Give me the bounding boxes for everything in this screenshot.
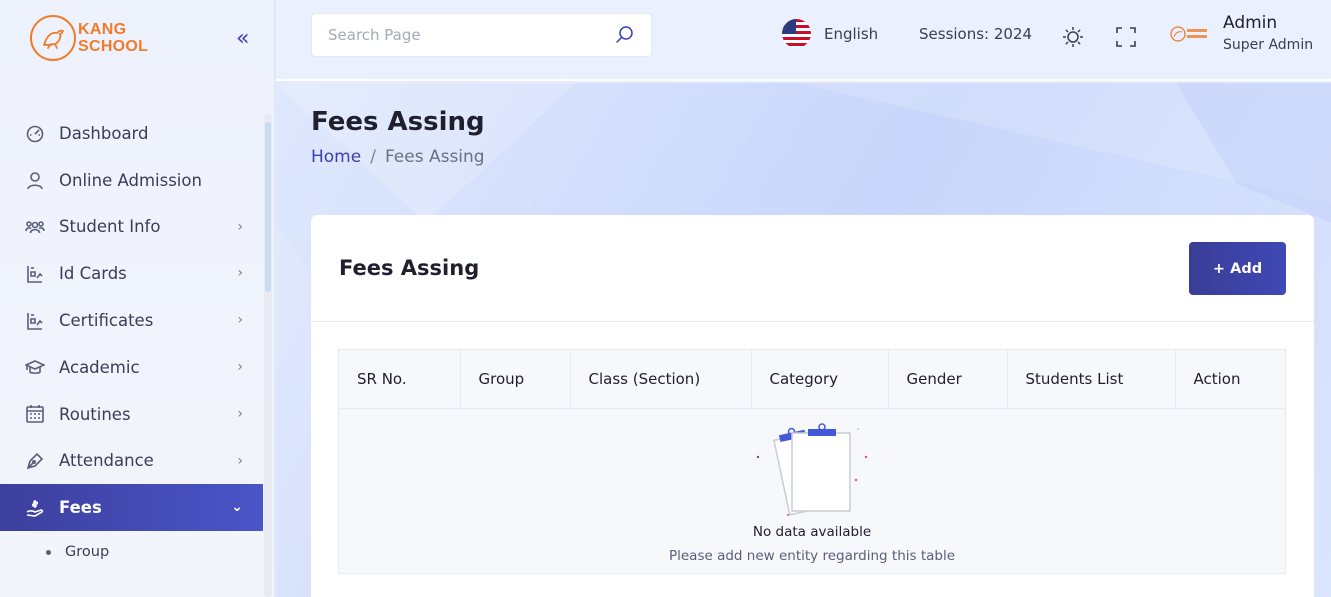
breadcrumb-home-link[interactable]: Home [311,147,361,167]
sidebar-item-label: Id Cards [59,264,127,284]
sidebar-item-label: Routines [59,404,131,424]
sidebar-item-label: Student Info [59,217,161,237]
user-name: Admin [1223,13,1278,33]
sidebar-item-fees[interactable]: Fees ⌄ [0,484,263,532]
sidebar: KANG SCHOOL « Dashboard Online Admission… [0,0,275,597]
chevron-down-icon: ⌄ [231,499,243,516]
chevron-right-icon: › [237,452,243,469]
search-input[interactable] [312,14,602,56]
brand-name: KANG SCHOOL [78,21,148,55]
sidebar-item-attendance[interactable]: Attendance › [0,438,263,485]
sidebar-scrollbar[interactable] [264,114,272,597]
column-header-gender[interactable]: Gender [888,350,1008,409]
students-icon [24,216,46,238]
bullet-icon [46,549,51,555]
sidebar-item-label: Attendance [59,451,154,471]
empty-state-subtitle: Please add new entity regarding this tab… [668,548,956,564]
graduation-cap-icon [24,356,46,378]
sidebar-nav: Dashboard Online Admission Student Info … [0,110,263,573]
column-header-sr-no[interactable]: SR No. [339,350,461,409]
sun-icon[interactable] [1061,25,1085,49]
sidebar-item-label: Online Admission [59,170,202,190]
column-header-group[interactable]: Group [460,350,571,409]
breadcrumb-separator: / [370,147,376,167]
add-button[interactable]: + Add [1189,242,1286,295]
search-box [311,13,652,57]
sidebar-item-academic[interactable]: Academic › [0,344,263,391]
fees-assign-table: SR No. Group Class (Section) Category Ge… [338,349,1286,574]
chevron-right-icon: › [237,405,243,422]
sidebar-subitem-label: Group [65,544,110,561]
chevron-right-icon: › [237,358,243,375]
calendar-icon [24,403,46,425]
sidebar-item-label: Academic [59,357,140,377]
fullscreen-icon[interactable] [1114,25,1138,49]
brand-logo[interactable]: KANG SCHOOL [30,14,148,62]
language-label: English [824,24,879,43]
user-role: Super Admin [1223,37,1314,53]
sidebar-item-label: Certificates [59,311,154,331]
sidebar-item-online-admission[interactable]: Online Admission [0,157,263,204]
kangaroo-logo-icon [30,15,76,61]
breadcrumb-current: Fees Assing [384,147,485,167]
language-selector[interactable]: English [782,19,878,48]
chevron-right-icon: › [237,218,243,235]
fees-assign-card: Fees Assing + Add SR No. Group Class (Se… [311,215,1314,597]
sidebar-item-certificates[interactable]: Certificates › [0,297,263,344]
card-title: Fees Assing [339,256,480,280]
sessions-selector[interactable]: Sessions: 2024 [919,25,1032,43]
empty-state-title: No data available [752,524,872,540]
breadcrumb: Home / Fees Assing [311,147,485,167]
us-flag-icon [782,19,811,48]
empty-clipboard-icon [756,423,868,516]
sidebar-item-label: Fees [59,498,102,518]
column-header-students-list[interactable]: Students List [1007,350,1176,409]
fees-icon [24,497,46,519]
pen-icon [24,450,46,472]
chevron-right-icon: › [237,312,243,329]
sidebar-subitem-group[interactable]: Group [0,531,263,573]
table-header-row: SR No. Group Class (Section) Category Ge… [339,350,1285,409]
user-menu[interactable]: Admin Super Admin [1169,12,1313,56]
certificate-icon [24,310,46,332]
sidebar-item-id-cards[interactable]: Id Cards › [0,250,263,297]
page-title: Fees Assing [311,107,485,137]
id-card-icon [24,263,46,285]
sidebar-item-routines[interactable]: Routines › [0,391,263,438]
avatar [1169,23,1209,45]
topbar: English Sessions: 2024 Admin Super Admin [276,0,1331,81]
scrollbar-thumb[interactable] [265,122,271,292]
brand-line1: KANG [78,21,127,38]
column-header-category[interactable]: Category [751,350,889,409]
user-icon [24,169,46,191]
card-header: Fees Assing + Add [311,215,1314,322]
sidebar-item-student-info[interactable]: Student Info › [0,204,263,251]
sidebar-item-label: Dashboard [59,123,149,143]
chevron-right-icon: › [237,265,243,282]
collapse-sidebar-button[interactable]: « [236,28,258,50]
column-header-class-section[interactable]: Class (Section) [570,350,752,409]
brand-line2: SCHOOL [78,38,149,55]
dashboard-icon [24,122,46,144]
search-icon[interactable] [615,25,635,45]
sidebar-item-dashboard[interactable]: Dashboard [0,110,263,157]
column-header-action[interactable]: Action [1175,350,1285,409]
empty-state: No data available Please add new entity … [339,409,1285,573]
